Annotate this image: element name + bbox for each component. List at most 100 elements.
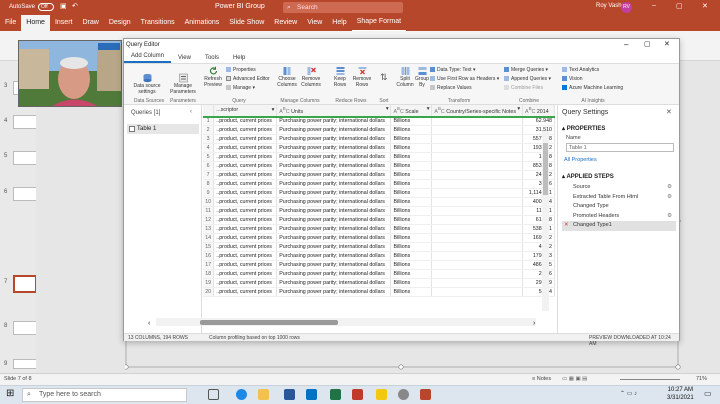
choose-columns-button[interactable]: Choose Columns: [276, 66, 298, 88]
table-cell[interactable]: 169.742: [522, 233, 555, 243]
append-queries-button[interactable]: Append Queries ▾: [504, 76, 551, 82]
table-cell[interactable]: Purchasing power parity; international d…: [276, 161, 392, 171]
table-cell[interactable]: Purchasing power parity; international d…: [276, 143, 392, 153]
group-by-button[interactable]: Group By: [414, 66, 430, 88]
settings-icon[interactable]: [398, 389, 409, 400]
table-cell[interactable]: 61.878: [522, 215, 555, 225]
scroll-left-icon[interactable]: ‹: [148, 320, 150, 327]
acrobat-icon[interactable]: [352, 389, 363, 400]
table-cell[interactable]: 557.368: [522, 134, 555, 144]
table-cell[interactable]: Purchasing power parity; international d…: [276, 269, 392, 279]
table-cell[interactable]: Purchasing power parity; international d…: [276, 125, 392, 135]
close-icon[interactable]: ✕: [702, 2, 708, 10]
table-cell[interactable]: 29.519: [522, 278, 555, 288]
notes-button[interactable]: ≡ Notes: [532, 376, 551, 382]
table-row[interactable]: 19 ..product, current prices Purchasing po…: [203, 278, 555, 288]
column-filter-icon[interactable]: ▾: [272, 106, 275, 114]
slide-thumbnail[interactable]: [13, 321, 37, 335]
table-cell[interactable]: ..product, current prices: [213, 143, 278, 153]
tab-draw[interactable]: Draw: [77, 15, 103, 31]
table-cell[interactable]: Purchasing power parity; international d…: [276, 215, 392, 225]
table-cell[interactable]: ..product, current prices: [213, 215, 278, 225]
close-icon[interactable]: ✕: [666, 108, 672, 116]
gear-icon[interactable]: ⚙: [667, 193, 672, 203]
table-cell[interactable]: 4.782: [522, 242, 555, 252]
minimize-icon[interactable]: –: [624, 40, 628, 49]
table-cell[interactable]: ..product, current prices: [213, 251, 278, 261]
table-cell[interactable]: [431, 143, 524, 153]
table-cell[interactable]: ..product, current prices: [213, 197, 278, 207]
applied-step[interactable]: Extracted Table From Html ⚙: [562, 193, 676, 203]
word-icon[interactable]: [284, 389, 295, 400]
table-cell[interactable]: Billions: [390, 278, 433, 288]
table-cell[interactable]: [431, 224, 524, 234]
table-cell[interactable]: [431, 197, 524, 207]
first-row-headers-button[interactable]: Use First Row as Headers ▾: [430, 76, 499, 82]
table-cell[interactable]: [431, 206, 524, 216]
table-cell[interactable]: Billions: [390, 215, 433, 225]
table-cell[interactable]: ..product, current prices: [213, 260, 278, 270]
split-column-button[interactable]: Split Column: [396, 66, 414, 88]
table-cell[interactable]: 24.482: [522, 170, 555, 180]
keep-rows-button[interactable]: Keep Rows: [330, 66, 350, 88]
combine-files-button[interactable]: Combine Files: [504, 85, 543, 91]
table-cell[interactable]: [431, 251, 524, 261]
table-cell[interactable]: [431, 233, 524, 243]
table-cell[interactable]: 193.882: [522, 143, 555, 153]
slide-thumbnail-selected[interactable]: [13, 275, 37, 293]
slide-thumbnail[interactable]: [13, 187, 37, 201]
column-header[interactable]: ...scriptor ▾: [213, 105, 278, 117]
column-filter-icon[interactable]: ▾: [386, 105, 389, 113]
table-row[interactable]: 12 ..product, current prices Purchasing po…: [203, 215, 555, 225]
table-cell[interactable]: [431, 215, 524, 225]
table-cell[interactable]: ..product, current prices: [213, 233, 278, 243]
system-tray-icons[interactable]: ⌃ ▭ ♪: [620, 390, 637, 397]
vision-button[interactable]: Vision: [562, 76, 583, 82]
powerpoint-icon[interactable]: [420, 389, 431, 400]
table-cell[interactable]: 31.510: [522, 125, 555, 135]
outlook-icon[interactable]: [306, 389, 317, 400]
table-cell[interactable]: Billions: [390, 134, 433, 144]
table-cell[interactable]: 2.886: [522, 269, 555, 279]
table-cell[interactable]: Billions: [390, 287, 433, 297]
merge-queries-button[interactable]: Merge Queries ▾: [504, 67, 548, 73]
tab-animations[interactable]: Animations: [180, 15, 225, 31]
table-cell[interactable]: [431, 170, 524, 180]
table-cell[interactable]: ..product, current prices: [213, 179, 278, 189]
table-cell[interactable]: Purchasing power parity; international d…: [276, 188, 392, 198]
table-row[interactable]: 17 ..product, current prices Purchasing po…: [203, 260, 555, 270]
applied-step[interactable]: Changed Type: [562, 202, 676, 212]
table-cell[interactable]: Purchasing power parity; international d…: [276, 179, 392, 189]
table-cell[interactable]: [431, 179, 524, 189]
table-row[interactable]: 18 ..product, current prices Purchasing po…: [203, 269, 555, 279]
tab-add-column[interactable]: Add Column: [124, 51, 172, 63]
all-properties-link[interactable]: All Properties: [564, 157, 597, 163]
table-cell[interactable]: [431, 278, 524, 288]
table-cell[interactable]: Billions: [390, 242, 433, 252]
table-cell[interactable]: Purchasing power parity; international d…: [276, 251, 392, 261]
vertical-scroll-thumb[interactable]: [543, 143, 548, 195]
profiling-status[interactable]: Column profiling based on top 1000 rows: [209, 335, 300, 341]
table-cell[interactable]: 5.524: [522, 287, 555, 297]
table-cell[interactable]: [431, 269, 524, 279]
zoom-level[interactable]: 71%: [696, 376, 707, 382]
table-cell[interactable]: Billions: [390, 161, 433, 171]
collapse-icon[interactable]: ‹: [190, 109, 192, 115]
delete-step-icon[interactable]: ✕: [564, 221, 569, 231]
remove-rows-button[interactable]: Remove Rows: [352, 66, 372, 88]
table-cell[interactable]: Billions: [390, 197, 433, 207]
table-cell[interactable]: Billions: [390, 233, 433, 243]
tab-slide-show[interactable]: Slide Show: [224, 15, 269, 31]
table-cell[interactable]: ..product, current prices: [213, 134, 278, 144]
slide-thumbnail[interactable]: [13, 359, 37, 369]
advanced-editor-button[interactable]: Advanced Editor: [226, 76, 270, 82]
column-header[interactable]: ABC Scale ▾: [390, 105, 433, 117]
table-cell[interactable]: [431, 161, 524, 171]
table-cell[interactable]: Billions: [390, 179, 433, 189]
view-buttons-icon[interactable]: ▭ ▦ ▣ ▤: [562, 376, 587, 382]
table-cell[interactable]: Billions: [390, 206, 433, 216]
horizontal-scroll-thumb[interactable]: [200, 320, 338, 325]
maximize-icon[interactable]: ▢: [676, 2, 683, 10]
scroll-right-icon[interactable]: ›: [533, 320, 535, 327]
refresh-preview-button[interactable]: Refresh Preview: [202, 66, 224, 88]
